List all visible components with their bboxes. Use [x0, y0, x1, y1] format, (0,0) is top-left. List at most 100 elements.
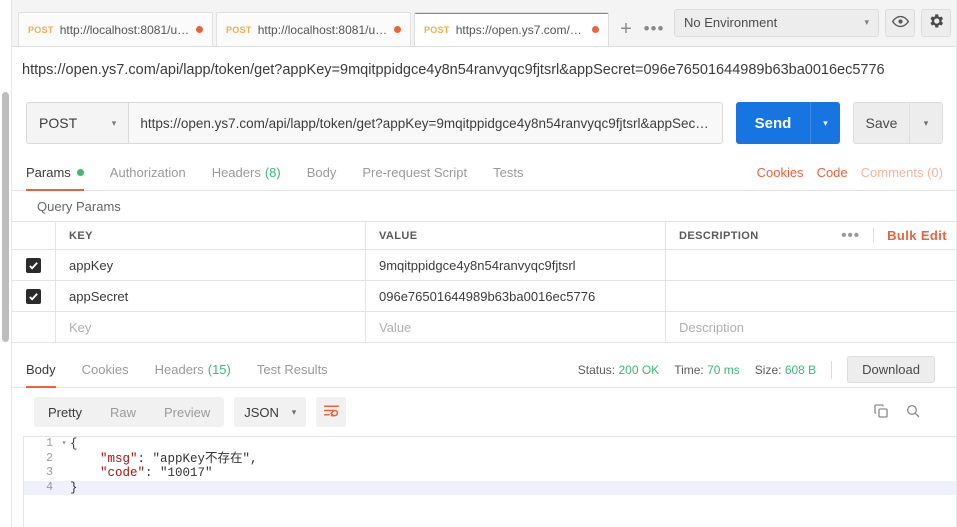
response-body-editor[interactable]: 1 ▾ { 2 "msg": "appKey不存在", 3 "code": "1… — [23, 436, 957, 527]
param-value[interactable]: 9mqitppidgce4y8n54ranvyqc9fjtsrl — [366, 250, 666, 280]
line-number: 3 — [46, 466, 53, 479]
response-tab-cookies-label: Cookies — [81, 362, 129, 377]
code-fold-spacer — [58, 466, 70, 481]
bulk-edit-button[interactable]: Bulk Edit — [874, 228, 947, 243]
request-url-input[interactable]: https://open.ys7.com/api/lapp/token/get?… — [128, 102, 723, 144]
view-mode-pretty[interactable]: Pretty — [34, 397, 96, 427]
param-key[interactable]: appKey — [56, 250, 366, 280]
column-header-description: DESCRIPTION — [679, 229, 759, 242]
unsaved-indicator-dot — [394, 26, 401, 33]
line-number: 2 — [46, 451, 53, 465]
send-options-chevron-down-icon[interactable]: ▾ — [810, 102, 840, 144]
tab-pre-request-script-label: Pre-request Script — [362, 164, 468, 180]
tab-options-icon[interactable]: ••• — [640, 12, 668, 46]
save-button[interactable]: Save — [853, 102, 909, 144]
tab-authorization[interactable]: Authorization — [110, 154, 186, 191]
view-mode-raw[interactable]: Raw — [96, 397, 150, 427]
tab-method-label: POST — [424, 24, 450, 35]
send-button-group: Send ▾ — [736, 102, 840, 144]
tab-url-label: http://localhost:8081/us... — [257, 22, 388, 37]
http-method-selector[interactable]: POST ▾ — [26, 102, 129, 144]
param-key[interactable]: appSecret — [56, 281, 366, 311]
column-header-value: VALUE — [366, 222, 666, 249]
request-tab-2[interactable]: POST http://localhost:8081/us... — [216, 12, 411, 46]
tab-headers[interactable]: Headers (8) — [212, 154, 281, 191]
content-type-selector[interactable]: JSON ▾ — [234, 397, 307, 427]
param-description[interactable] — [666, 281, 957, 311]
request-tab-strip: POST http://localhost:8081/us... POST ht… — [12, 0, 668, 46]
column-header-key: KEY — [56, 222, 366, 249]
tab-headers-count: (8) — [264, 164, 281, 180]
word-wrap-button[interactable] — [316, 397, 347, 427]
query-params-title: Query Params — [12, 191, 957, 221]
request-tab-3[interactable]: POST https://open.ys7.com/a... — [414, 12, 609, 46]
content-type-label: JSON — [244, 404, 279, 420]
download-button[interactable]: Download — [847, 356, 935, 383]
code-line: 1 ▾ { — [24, 437, 957, 452]
environment-area: No Environment ▾ — [674, 0, 957, 46]
response-view-mode-group: Pretty Raw Preview — [34, 397, 225, 427]
response-format-row: Pretty Raw Preview JSON ▾ — [12, 388, 957, 436]
save-button-group: Save ▾ — [853, 102, 943, 144]
code-link[interactable]: Code — [817, 165, 848, 180]
search-button[interactable] — [905, 403, 921, 422]
column-header-description-cell: DESCRIPTION ••• Bulk Edit — [666, 222, 957, 249]
param-key-placeholder[interactable]: Key — [56, 312, 366, 342]
code-text: } — [70, 480, 78, 495]
response-tab-headers-label: Headers — [154, 362, 204, 377]
response-tab-headers[interactable]: Headers (15) — [155, 351, 231, 388]
table-options-icon[interactable]: ••• — [828, 227, 873, 244]
vertical-scrollbar-thumb[interactable] — [2, 92, 9, 342]
response-tab-test-results[interactable]: Test Results — [257, 351, 328, 388]
row-checkbox[interactable] — [26, 257, 41, 273]
settings-button[interactable] — [921, 8, 951, 37]
comments-link[interactable]: Comments (0) — [861, 165, 943, 180]
tab-tests[interactable]: Tests — [493, 154, 523, 191]
param-description-placeholder[interactable]: Description — [666, 312, 957, 342]
tab-method-label: POST — [226, 24, 252, 35]
param-description[interactable] — [666, 250, 957, 280]
time-label: Time: — [674, 362, 704, 377]
environment-quick-look-button[interactable] — [885, 8, 915, 37]
tab-pre-request-script[interactable]: Pre-request Script — [362, 154, 467, 191]
request-tabs-right-links: Cookies Code Comments (0) — [757, 165, 943, 180]
table-row[interactable]: appKey 9mqitppidgce4y8n54ranvyqc9fjtsrl — [12, 250, 957, 281]
send-button[interactable]: Send — [736, 102, 810, 144]
environment-selector[interactable]: No Environment ▾ — [674, 8, 879, 37]
status-value: 200 OK — [618, 362, 660, 377]
copy-button[interactable] — [873, 403, 889, 422]
code-line: 4 } — [24, 480, 957, 496]
table-header-row: KEY VALUE DESCRIPTION ••• Bulk Edit — [12, 222, 957, 250]
request-url-value: https://open.ys7.com/api/lapp/token/get?… — [140, 115, 711, 131]
code-token: { — [70, 437, 78, 451]
response-body-tools — [873, 403, 935, 422]
param-value-placeholder[interactable]: Value — [366, 312, 666, 342]
params-active-dot — [76, 168, 84, 176]
code-fold-spacer — [58, 481, 70, 496]
query-params-table: KEY VALUE DESCRIPTION ••• Bulk Edit appK… — [12, 221, 957, 343]
gear-icon — [927, 12, 945, 33]
response-tab-cookies[interactable]: Cookies — [82, 351, 129, 388]
request-tab-1[interactable]: POST http://localhost:8081/us... — [18, 12, 213, 46]
code-text: { — [70, 437, 957, 452]
row-checkbox-cell — [12, 281, 56, 311]
cookies-link[interactable]: Cookies — [757, 165, 804, 180]
response-meta: Status: 200 OK Time: 70 ms Size: 608 B D… — [578, 356, 943, 383]
tab-params[interactable]: Params — [26, 154, 84, 191]
request-tab-bar: POST http://localhost:8081/us... POST ht… — [12, 0, 957, 47]
http-method-label: POST — [39, 115, 78, 131]
table-row-empty[interactable]: Key Value Description — [12, 312, 957, 343]
time-value: 70 ms — [707, 362, 740, 377]
code-line: 3 "code": "10017" — [24, 466, 957, 481]
code-fold-toggle-icon[interactable]: ▾ — [58, 437, 70, 452]
save-options-chevron-down-icon[interactable]: ▾ — [909, 102, 943, 144]
table-row[interactable]: appSecret 096e76501644989b63ba0016ec5776 — [12, 281, 957, 312]
left-sidebar-edge — [0, 0, 12, 527]
param-value[interactable]: 096e76501644989b63ba0016ec5776 — [366, 281, 666, 311]
tab-body[interactable]: Body — [307, 154, 337, 191]
new-tab-button[interactable]: + — [612, 12, 640, 46]
header-checkbox-cell — [12, 222, 56, 249]
row-checkbox[interactable] — [26, 288, 41, 304]
response-tab-body[interactable]: Body — [26, 351, 56, 388]
view-mode-preview[interactable]: Preview — [150, 397, 224, 427]
